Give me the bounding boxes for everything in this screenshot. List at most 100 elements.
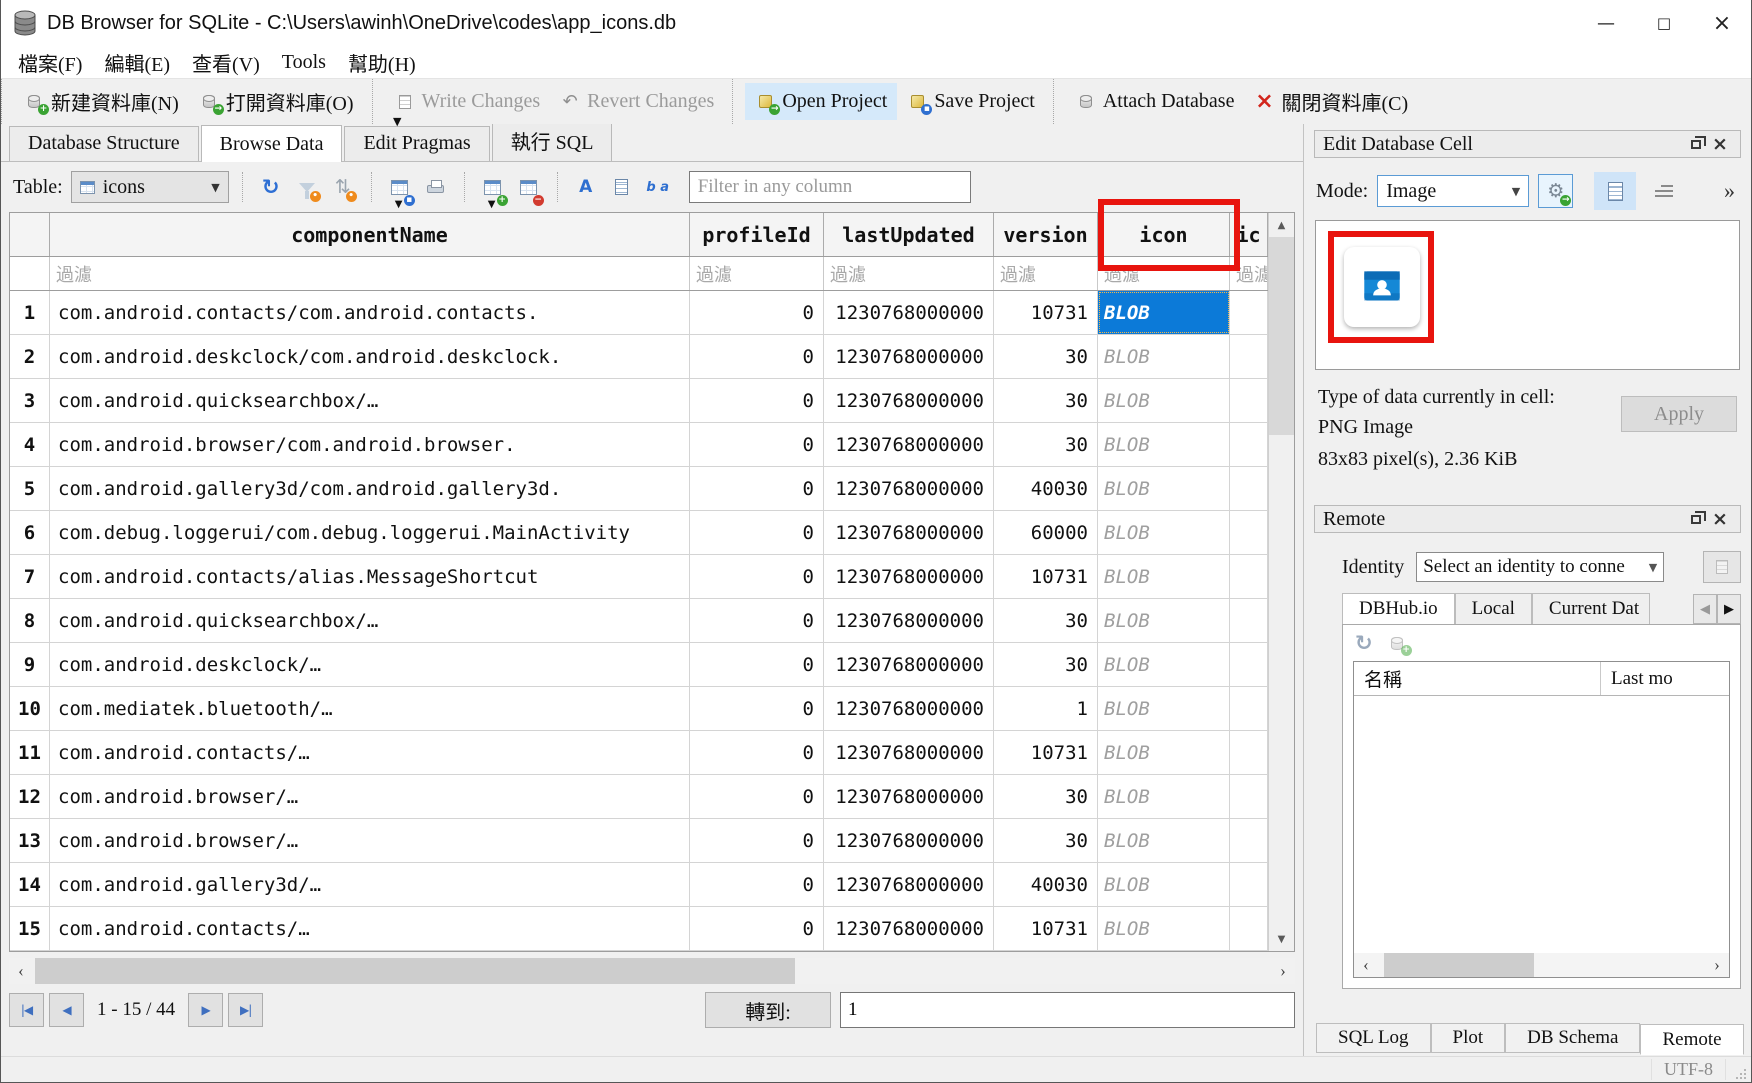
cell-partial[interactable] [1230,335,1268,378]
tab-sql-log[interactable]: SQL Log [1316,1023,1431,1053]
cell-row-number[interactable]: 11 [10,731,50,774]
first-page-button[interactable]: |◀ [9,993,44,1027]
open-database-dropdown-icon[interactable]: ▼ [393,115,401,128]
cell-partial[interactable] [1230,643,1268,686]
cell-componentname[interactable]: com.android.gallery3d/… [50,863,690,906]
cell-profileid[interactable]: 0 [690,511,824,554]
cell-partial[interactable] [1230,291,1268,334]
cell-icon[interactable]: BLOB [1098,423,1230,466]
cell-row-number[interactable]: 10 [10,687,50,730]
horizontal-scrollbar-thumb[interactable] [35,958,795,984]
cell-lastupdated[interactable]: 1230768000000 [824,599,994,642]
previous-page-button[interactable]: ◀ [49,993,84,1027]
column-filter-icon[interactable]: 過濾 [1098,257,1230,290]
edit-cell-toggle-button[interactable] [607,172,637,202]
column-header-row-number[interactable] [10,213,50,256]
cell-icon[interactable]: BLOB [1098,555,1230,598]
delete-record-button[interactable]: − [514,172,544,202]
cell-partial[interactable] [1230,775,1268,818]
cell-lastupdated[interactable]: 1230768000000 [824,863,994,906]
cell-profileid[interactable]: 0 [690,775,824,818]
cell-icon[interactable]: BLOB [1098,687,1230,730]
scroll-left-icon[interactable]: ‹ [9,958,33,984]
cell-icon[interactable]: BLOB [1098,643,1230,686]
cell-componentname[interactable]: com.android.contacts/com.android.contact… [50,291,690,334]
cell-row-number[interactable]: 6 [10,511,50,554]
cell-lastupdated[interactable]: 1230768000000 [824,775,994,818]
cell-row-number[interactable]: 9 [10,643,50,686]
attach-database-button[interactable]: Attach Database [1066,83,1245,120]
cell-version[interactable]: 10731 [994,907,1098,950]
column-filter-profileid[interactable]: 過濾 [690,257,824,290]
save-table-button[interactable]: ▪▼ [385,172,415,202]
remote-column-last-modified[interactable]: Last mo [1601,662,1729,695]
cell-componentname[interactable]: com.android.quicksearchbox/… [50,599,690,642]
apply-button[interactable]: Apply [1621,396,1737,432]
cell-version[interactable]: 30 [994,599,1098,642]
cell-version[interactable]: 1 [994,687,1098,730]
cell-profileid[interactable]: 0 [690,907,824,950]
cell-row-number[interactable]: 12 [10,775,50,818]
remote-column-name[interactable]: 名稱 [1354,662,1601,695]
menu-help[interactable]: 幫助(H) [337,48,427,77]
mode-select[interactable]: Image ▼ [1377,175,1529,207]
cell-version[interactable]: 30 [994,423,1098,466]
cell-componentname[interactable]: com.android.browser/… [50,819,690,862]
cell-row-number[interactable]: 1 [10,291,50,334]
upload-database-icon[interactable]: + [1387,634,1407,652]
cell-partial[interactable] [1230,863,1268,906]
column-filter-componentname[interactable]: 過濾 [50,257,690,290]
cell-lastupdated[interactable]: 1230768000000 [824,511,994,554]
cell-componentname[interactable]: com.android.contacts/… [50,907,690,950]
cell-componentname[interactable]: com.android.deskclock/com.android.deskcl… [50,335,690,378]
cell-componentname[interactable]: com.android.contacts/alias.MessageShortc… [50,555,690,598]
cell-profileid[interactable]: 0 [690,335,824,378]
tab-db-schema[interactable]: DB Schema [1505,1023,1640,1053]
tab-remote[interactable]: Remote [1640,1024,1743,1055]
cell-componentname[interactable]: com.debug.loggerui/com.debug.loggerui.Ma… [50,511,690,554]
cell-row-number[interactable]: 8 [10,599,50,642]
menu-edit[interactable]: 編輯(E) [93,48,181,77]
cell-profileid[interactable]: 0 [690,731,824,774]
cell-profileid[interactable]: 0 [690,687,824,730]
cell-version[interactable]: 30 [994,379,1098,422]
column-header-profileid[interactable]: profileId [690,213,824,256]
cell-componentname[interactable]: com.android.quicksearchbox/… [50,379,690,422]
remote-scrollbar-thumb[interactable] [1384,953,1534,977]
cell-icon[interactable]: BLOB [1098,467,1230,510]
cell-icon[interactable]: BLOB [1098,291,1230,334]
cell-lastupdated[interactable]: 1230768000000 [824,555,994,598]
cell-version[interactable]: 60000 [994,511,1098,554]
cell-icon[interactable]: BLOB [1098,511,1230,554]
refresh-icon[interactable]: ↻ [1355,631,1373,655]
close-panel-button[interactable]: × [1708,133,1732,155]
column-header-partial[interactable]: ic [1230,213,1268,256]
tab-local[interactable]: Local [1455,593,1532,624]
cell-row-number[interactable]: 13 [10,819,50,862]
cell-lastupdated[interactable]: 1230768000000 [824,379,994,422]
tab-plot[interactable]: Plot [1431,1023,1506,1053]
cell-row-number[interactable]: 14 [10,863,50,906]
cell-row-number[interactable]: 15 [10,907,50,950]
resize-grip-icon[interactable] [1732,1065,1748,1081]
close-database-button[interactable]: × 關閉資料庫(C) [1244,80,1418,123]
overflow-chevrons-icon[interactable]: » [1724,178,1735,204]
cell-icon[interactable]: BLOB [1098,335,1230,378]
menu-view[interactable]: 查看(V) [181,48,271,77]
maximize-button[interactable]: □ [1635,0,1693,46]
float-panel-button[interactable] [1684,140,1708,149]
cell-row-number[interactable]: 2 [10,335,50,378]
cell-profileid[interactable]: 0 [690,291,824,334]
cell-version[interactable]: 30 [994,775,1098,818]
next-page-button[interactable]: ▶ [188,993,223,1027]
import-data-button[interactable]: ⚙ → [1538,174,1573,208]
identity-select[interactable]: Select an identity to conne ▼ [1416,552,1664,582]
cell-version[interactable]: 10731 [994,291,1098,334]
cell-icon[interactable]: BLOB [1098,379,1230,422]
cell-componentname[interactable]: com.android.browser/… [50,775,690,818]
refresh-button[interactable]: ↻ [256,172,286,202]
insert-record-button[interactable]: +▼ [478,172,508,202]
cell-componentname[interactable]: com.android.browser/com.android.browser. [50,423,690,466]
column-filter-row-number[interactable] [10,257,50,290]
cell-version[interactable]: 40030 [994,467,1098,510]
